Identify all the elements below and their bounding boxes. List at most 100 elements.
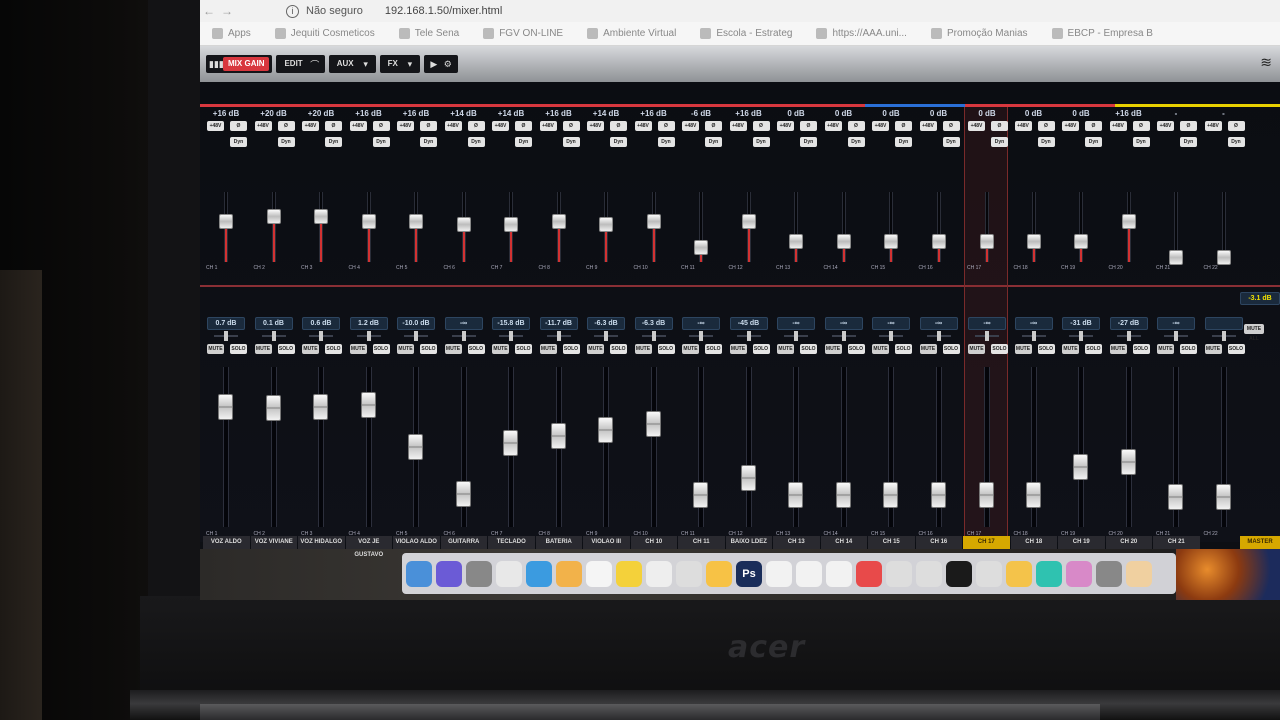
solo-button[interactable]: SOLO bbox=[1132, 344, 1150, 354]
pan-control[interactable] bbox=[926, 331, 951, 341]
channel-name-tab[interactable]: CH 18 bbox=[1010, 536, 1057, 549]
dynamics-button[interactable]: Dyn bbox=[1132, 137, 1150, 147]
volume-fader-track[interactable] bbox=[603, 367, 609, 527]
doc-icon[interactable] bbox=[796, 560, 822, 587]
channel-name-tab[interactable]: CH 20 bbox=[1105, 536, 1152, 549]
pan-control[interactable] bbox=[404, 331, 428, 341]
phantom-power-button[interactable]: +48V bbox=[1109, 121, 1127, 131]
pan-control[interactable] bbox=[641, 331, 666, 341]
mute-button[interactable]: MUTE bbox=[207, 344, 224, 354]
blank-icon[interactable] bbox=[1126, 560, 1152, 587]
solo-button[interactable]: SOLO bbox=[610, 344, 627, 354]
mute-button[interactable]: MUTE bbox=[349, 344, 367, 354]
phantom-power-button[interactable]: +48V bbox=[1157, 121, 1174, 131]
volume-fader-knob[interactable] bbox=[1168, 483, 1183, 510]
channel-name-tab[interactable]: VOZ JE GUSTAVO bbox=[345, 536, 392, 558]
pan-control[interactable] bbox=[309, 331, 333, 341]
solo-button[interactable]: SOLO bbox=[705, 344, 722, 354]
app-store-icon[interactable] bbox=[1036, 560, 1062, 587]
solo-button[interactable]: SOLO bbox=[895, 344, 912, 354]
solo-button[interactable]: SOLO bbox=[467, 344, 485, 354]
mute-button[interactable]: MUTE bbox=[302, 344, 319, 354]
pan-knob[interactable] bbox=[651, 331, 656, 341]
mute-button[interactable]: MUTE bbox=[824, 344, 842, 354]
volume-fader-track[interactable] bbox=[223, 367, 229, 527]
pan-knob[interactable] bbox=[271, 331, 276, 341]
phase-invert-button[interactable]: Ø bbox=[467, 121, 485, 131]
siri-icon[interactable] bbox=[436, 560, 462, 587]
bookmark-item[interactable]: FGV ON-LINE bbox=[483, 28, 563, 39]
pan-knob[interactable] bbox=[1174, 331, 1178, 341]
solo-button[interactable]: SOLO bbox=[752, 344, 770, 354]
pan-knob[interactable] bbox=[224, 331, 228, 341]
pan-control[interactable] bbox=[1069, 331, 1093, 341]
phantom-power-button[interactable]: +48V bbox=[1204, 121, 1222, 131]
solo-button[interactable]: SOLO bbox=[942, 344, 960, 354]
volume-fader-track[interactable] bbox=[745, 367, 752, 527]
mute-button[interactable]: MUTE bbox=[682, 344, 699, 354]
pan-control[interactable] bbox=[879, 331, 903, 341]
pan-knob[interactable] bbox=[604, 331, 608, 341]
pan-knob[interactable] bbox=[1031, 331, 1036, 341]
phase-invert-button[interactable]: Ø bbox=[515, 121, 532, 131]
gain-fader-knob[interactable] bbox=[599, 216, 613, 232]
phantom-power-button[interactable]: +48V bbox=[539, 121, 557, 131]
phase-invert-button[interactable]: Ø bbox=[325, 121, 342, 131]
volume-fader-knob[interactable] bbox=[360, 392, 376, 419]
photoshop-icon[interactable]: Ps bbox=[736, 560, 762, 587]
phase-invert-button[interactable]: Ø bbox=[991, 121, 1008, 131]
solo-button[interactable]: SOLO bbox=[515, 344, 532, 354]
phantom-power-button[interactable]: +48V bbox=[968, 121, 985, 131]
volume-fader-knob[interactable] bbox=[1215, 483, 1231, 510]
gain-fader-knob[interactable] bbox=[409, 214, 423, 230]
channel-name-tab[interactable]: VIOLAO III bbox=[583, 536, 630, 549]
solo-button[interactable]: SOLO bbox=[657, 344, 675, 354]
phase-invert-button[interactable]: Ø bbox=[895, 121, 912, 131]
doc-icon[interactable] bbox=[766, 560, 792, 587]
channel-name-tab[interactable]: CH 13 bbox=[773, 536, 820, 549]
pan-knob[interactable] bbox=[1079, 331, 1083, 341]
dynamics-button[interactable]: Dyn bbox=[752, 137, 770, 147]
folder-icon[interactable] bbox=[1066, 560, 1092, 587]
pan-control[interactable] bbox=[975, 331, 999, 341]
pan-control[interactable] bbox=[356, 331, 381, 341]
bookmark-item[interactable]: Promoção Manias bbox=[930, 28, 1028, 39]
gain-fader-knob[interactable] bbox=[694, 239, 708, 255]
dynamics-button[interactable]: Dyn bbox=[420, 137, 437, 147]
volume-fader-knob[interactable] bbox=[835, 482, 851, 509]
phase-invert-button[interactable]: Ø bbox=[230, 121, 247, 131]
eq-icon[interactable]: ⌒ bbox=[308, 58, 322, 71]
pan-knob[interactable] bbox=[985, 331, 989, 341]
channel-name-tab[interactable]: CH 15 bbox=[868, 536, 915, 549]
gain-fader-knob[interactable] bbox=[456, 216, 471, 232]
bookmark-item[interactable]: Apps bbox=[212, 28, 251, 39]
channel-name-tab[interactable]: CH 21 bbox=[1153, 536, 1200, 549]
phase-invert-button[interactable]: Ø bbox=[705, 121, 722, 131]
notes-icon[interactable] bbox=[646, 560, 672, 587]
dynamics-button[interactable]: Dyn bbox=[991, 137, 1008, 147]
gain-fader-knob[interactable] bbox=[1121, 214, 1136, 230]
phase-invert-button[interactable]: Ø bbox=[1227, 121, 1245, 131]
pan-knob[interactable] bbox=[841, 331, 846, 341]
dynamics-button[interactable]: Dyn bbox=[1085, 137, 1102, 147]
pan-control[interactable] bbox=[594, 331, 618, 341]
phase-invert-button[interactable]: Ø bbox=[562, 121, 580, 131]
pan-knob[interactable] bbox=[889, 331, 893, 341]
phantom-power-button[interactable]: +48V bbox=[492, 121, 509, 131]
play-icon[interactable]: ▶ bbox=[427, 59, 441, 70]
phantom-power-button[interactable]: +48V bbox=[207, 121, 224, 131]
phantom-power-button[interactable]: +48V bbox=[919, 121, 937, 131]
mute-button[interactable]: MUTE bbox=[397, 344, 414, 354]
volume-fader-knob[interactable] bbox=[1025, 482, 1041, 509]
phantom-power-button[interactable]: +48V bbox=[729, 121, 747, 131]
dynamics-button[interactable]: Dyn bbox=[515, 137, 532, 147]
pan-knob[interactable] bbox=[699, 331, 703, 341]
pan-knob[interactable] bbox=[746, 331, 751, 341]
fx-button[interactable]: FX bbox=[383, 57, 403, 71]
volume-fader-knob[interactable] bbox=[883, 482, 898, 509]
fx-menu-icon[interactable]: ▾ bbox=[403, 59, 417, 70]
phase-invert-button[interactable]: Ø bbox=[657, 121, 675, 131]
phase-invert-button[interactable]: Ø bbox=[847, 121, 865, 131]
channel-name-tab[interactable]: VIOLAO ALDO bbox=[393, 536, 440, 549]
phantom-power-button[interactable]: +48V bbox=[254, 121, 272, 131]
